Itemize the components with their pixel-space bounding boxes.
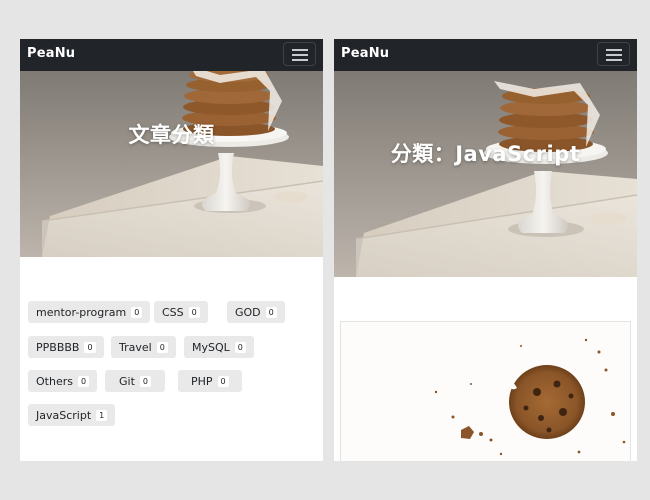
tag-label: PHP [191,374,213,388]
tag-god[interactable]: GOD 0 [227,301,285,323]
category-detail-page: PeaNu 分類：JavaScript [334,39,637,461]
hero-banner: 分類：JavaScript [334,71,637,277]
post-cookie-image [341,322,630,461]
tag-others[interactable]: Others 0 [28,370,98,392]
tag-count-badge: 0 [188,306,200,318]
tag-count-badge: 0 [156,341,168,353]
tag-count-badge: 0 [217,375,229,387]
page-title: 文章分類 [128,123,215,147]
tag-label: MySQL [192,340,230,354]
page-title: 分類：JavaScript [390,142,581,166]
tag-mentor-program[interactable]: mentor-program 0 [28,301,151,323]
tag-label: mentor-program [36,305,127,319]
brand-link[interactable]: PeaNu [341,46,389,61]
tag-count-badge: 1 [96,409,108,421]
brand-link[interactable]: PeaNu [27,46,75,61]
tag-label: GOD [235,305,261,319]
navbar: PeaNu [334,39,637,71]
post-card[interactable] [340,321,631,461]
tag-mysql[interactable]: MySQL 0 [184,336,254,358]
tag-count-badge: 0 [131,306,143,318]
category-list-page: PeaNu 文章分類 mentor-program 0 CSS 0 GOD 0 … [20,39,323,461]
tag-label: JavaScript [36,408,92,422]
tag-ppbbbb[interactable]: PPBBBB 0 [28,336,104,358]
tag-label: Git [119,374,135,388]
tag-travel[interactable]: Travel 0 [111,336,176,358]
hamburger-menu-icon[interactable] [283,42,316,66]
hero-cookie-stand-image [20,71,323,257]
tag-label: CSS [162,305,184,319]
hamburger-menu-icon[interactable] [597,42,630,66]
tag-label: Travel [119,340,152,354]
tag-css[interactable]: CSS 0 [154,301,208,323]
tag-count-badge: 0 [265,306,277,318]
tag-count-badge: 0 [234,341,246,353]
tag-count-badge: 0 [77,375,90,387]
tag-count-badge: 0 [84,341,96,353]
tag-count-badge: 0 [139,375,151,387]
tag-javascript[interactable]: JavaScript 1 [28,404,116,426]
tag-label: Others [36,374,73,388]
tag-php[interactable]: PHP 0 [178,370,242,392]
tag-git[interactable]: Git 0 [105,370,165,392]
hero-banner: 文章分類 [20,71,323,257]
navbar: PeaNu [20,39,323,71]
hero-cookie-stand-image [334,71,637,277]
tag-label: PPBBBB [36,340,80,354]
